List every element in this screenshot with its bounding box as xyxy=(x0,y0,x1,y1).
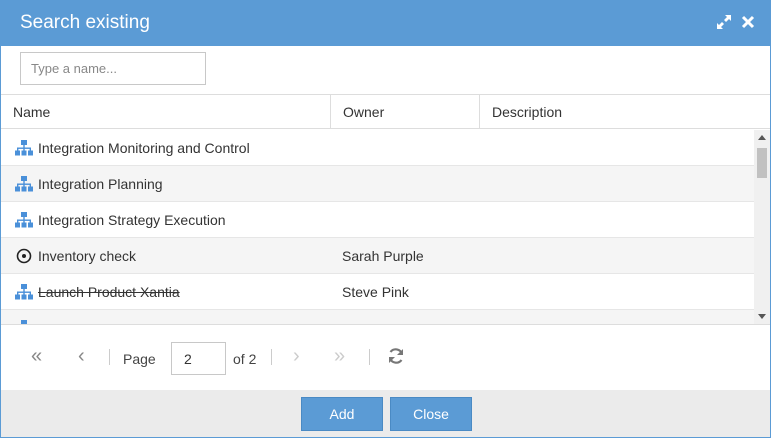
page-label: Page xyxy=(123,351,156,367)
dialog-title: Search existing xyxy=(20,12,150,33)
table-row[interactable]: Launch Product Xantia Steve Pink xyxy=(1,274,754,310)
search-input[interactable] xyxy=(21,53,205,84)
column-header-description[interactable]: Description xyxy=(480,95,770,128)
grid-body: Integration Monitoring and Control Integ… xyxy=(1,130,754,324)
target-icon xyxy=(16,248,32,264)
scroll-thumb[interactable] xyxy=(757,148,767,178)
pager-divider xyxy=(271,349,272,365)
table-row[interactable]: Integration Monitoring and Control xyxy=(1,130,754,166)
column-header-owner[interactable]: Owner xyxy=(331,95,480,128)
hierarchy-icon xyxy=(15,284,33,300)
previous-page-icon[interactable]: ‹ xyxy=(78,345,85,367)
pager-divider xyxy=(109,349,110,365)
row-name: Inventory check xyxy=(38,248,137,264)
page-number-input[interactable] xyxy=(171,342,226,375)
hierarchy-icon xyxy=(15,212,33,228)
last-page-icon[interactable]: » xyxy=(334,345,345,367)
refresh-icon[interactable] xyxy=(387,347,405,370)
first-page-icon[interactable]: « xyxy=(31,345,42,367)
scroll-down-icon[interactable] xyxy=(758,314,766,319)
column-header-name[interactable]: Name xyxy=(1,95,331,128)
next-page-icon[interactable]: › xyxy=(293,345,300,367)
row-name: Integration Monitoring and Control xyxy=(38,140,250,156)
table-row[interactable]: Inventory check Sarah Purple xyxy=(1,238,754,274)
close-icon[interactable] xyxy=(737,11,759,33)
table-row[interactable]: Integration Planning xyxy=(1,166,754,202)
vertical-scrollbar[interactable] xyxy=(754,130,770,324)
scroll-up-icon[interactable] xyxy=(758,135,766,140)
row-owner: Steve Pink xyxy=(342,284,409,300)
grid-header: Name Owner Description xyxy=(1,94,770,129)
row-name: Integration Strategy Execution xyxy=(38,212,226,228)
hierarchy-icon xyxy=(15,176,33,192)
dialog-footer: Add Close xyxy=(1,390,770,437)
row-owner: Sarah Purple xyxy=(342,248,424,264)
hierarchy-icon xyxy=(15,140,33,156)
dialog-titlebar: Search existing xyxy=(1,1,770,46)
close-button[interactable]: Close xyxy=(390,397,472,431)
table-row[interactable]: Integration Strategy Execution xyxy=(1,202,754,238)
expand-icon[interactable] xyxy=(713,11,735,33)
row-name: Launch Product Xantia xyxy=(38,284,180,300)
pager: « ‹ Page of 2 › » xyxy=(1,324,770,390)
row-name: Integration Planning xyxy=(38,176,163,192)
pager-divider xyxy=(369,349,370,365)
add-button[interactable]: Add xyxy=(301,397,383,431)
page-count-label: of 2 xyxy=(233,351,257,367)
search-box xyxy=(20,52,206,85)
table-row-partial[interactable] xyxy=(1,310,754,324)
search-existing-dialog: Search existing Name Owner Description xyxy=(0,0,771,438)
